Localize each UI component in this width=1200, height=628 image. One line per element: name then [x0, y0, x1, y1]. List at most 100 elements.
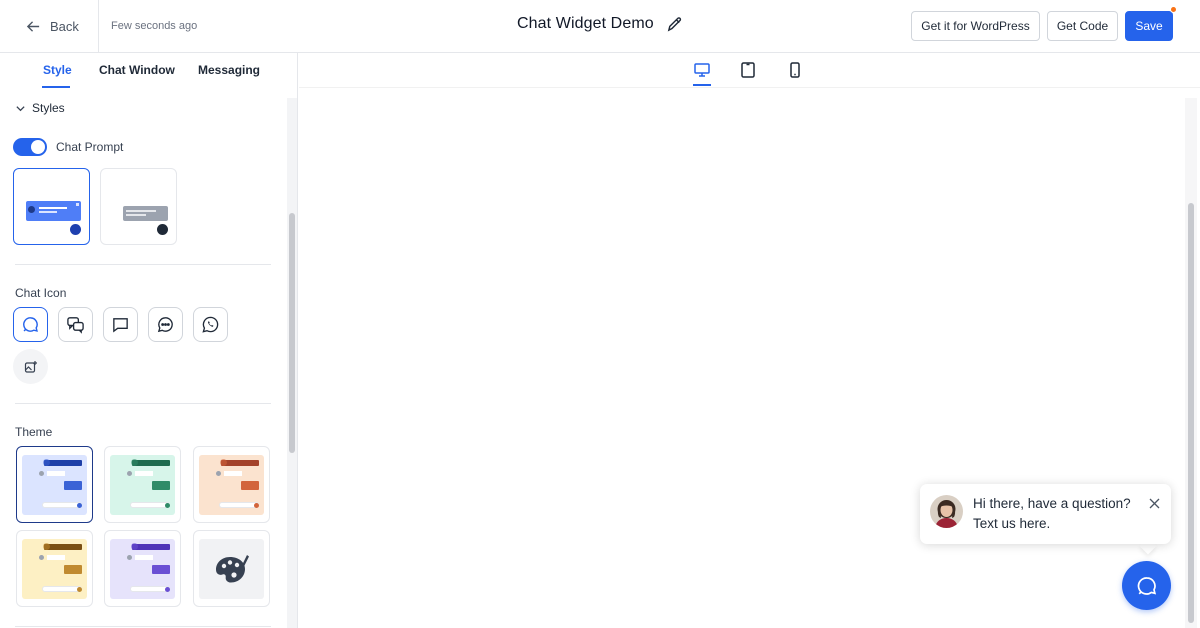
chat-prompt-row: Chat Prompt [13, 138, 123, 156]
theme-preview-agent-dot [216, 471, 221, 476]
theme-preview-input [42, 586, 82, 592]
section-divider [15, 264, 271, 265]
prompt-preview-line [39, 211, 57, 213]
chat-icon-label: Chat Icon [15, 286, 67, 300]
device-desktop-button[interactable] [693, 61, 711, 79]
theme-preview-avatar [43, 543, 50, 550]
dots-chat-icon [157, 317, 173, 333]
prompt-preview-line [39, 207, 67, 209]
chat-launcher-button[interactable] [1122, 561, 1171, 610]
prompt-preview-bar [123, 206, 168, 221]
upload-image-icon [24, 360, 37, 373]
chat-prompt-text: Hi there, have a question? Text us here. [973, 496, 1131, 531]
panel-scrollbar[interactable] [287, 98, 297, 628]
prompt-layout-option-1[interactable] [13, 168, 90, 245]
theme-option-custom[interactable] [193, 530, 270, 607]
theme-preview-send [254, 503, 259, 508]
prompt-preview-bar [26, 201, 81, 221]
theme-preview-agent-msg [224, 471, 242, 476]
whatsapp-icon [202, 316, 219, 333]
square-chat-icon [113, 318, 128, 333]
theme-preview-send [165, 503, 170, 508]
styles-section-title: Styles [32, 101, 65, 115]
theme-preview-agent-msg [135, 471, 153, 476]
chat-prompt-label: Chat Prompt [56, 140, 124, 154]
get-code-button[interactable]: Get Code [1047, 11, 1118, 41]
theme-preview-agent-dot [127, 471, 132, 476]
tab-style[interactable]: Style [43, 63, 72, 77]
title-area: Chat Widget Demo [517, 15, 683, 33]
chat-prompt-close[interactable] [1149, 496, 1160, 509]
chat-icon-option-whatsapp[interactable] [193, 307, 228, 342]
active-device-indicator [693, 84, 711, 86]
settings-panel: Style Chat Window Messaging Styles Chat … [0, 53, 298, 628]
theme-preview [199, 455, 264, 515]
agent-avatar-icon [930, 495, 963, 528]
section-divider [15, 626, 271, 627]
theme-preview-agent-msg [47, 471, 65, 476]
panel-scroll-thumb[interactable] [289, 213, 295, 453]
save-button[interactable]: Save [1125, 11, 1173, 41]
styles-section-toggle[interactable]: Styles [15, 101, 65, 115]
theme-preview-send [165, 587, 170, 592]
widget-preview-area [299, 88, 1200, 628]
arrow-left-icon [26, 20, 40, 32]
prompt-preview-close [76, 203, 79, 206]
theme-preview [22, 455, 87, 515]
theme-preview-agent-msg [47, 555, 65, 560]
theme-preview [22, 539, 87, 599]
tablet-icon [741, 62, 755, 78]
theme-preview [110, 455, 175, 515]
chat-icon-option-double[interactable] [58, 307, 93, 342]
theme-preview-input [130, 502, 170, 508]
prompt-preview-line [126, 214, 146, 216]
theme-preview-user-msg [241, 481, 259, 490]
close-icon [1149, 498, 1160, 509]
page-title: Chat Widget Demo [517, 15, 654, 32]
palette-icon [215, 555, 249, 583]
chat-icon-upload[interactable] [13, 349, 48, 384]
preview-scrollbar[interactable] [1185, 98, 1197, 628]
prompt-preview-launcher [157, 224, 168, 235]
settings-tabs: Style Chat Window Messaging [0, 53, 297, 89]
theme-preview-user-msg [64, 565, 82, 574]
theme-option-orange[interactable] [193, 446, 270, 523]
prompt-layout-option-2[interactable] [100, 168, 177, 245]
desktop-icon [694, 63, 710, 77]
theme-preview-avatar [131, 459, 138, 466]
theme-option-blue[interactable] [16, 446, 93, 523]
preview-scroll-thumb[interactable] [1188, 203, 1194, 623]
theme-preview-agent-dot [39, 471, 44, 476]
chat-icon-option-bubble[interactable] [13, 307, 48, 342]
save-status: Few seconds ago [111, 20, 198, 32]
theme-preview-avatar [131, 543, 138, 550]
chat-prompt-toggle[interactable] [13, 138, 47, 156]
avatar [930, 495, 963, 528]
device-switcher [299, 53, 1200, 88]
theme-preview-avatar [220, 459, 227, 466]
chat-icon-option-square[interactable] [103, 307, 138, 342]
theme-preview-user-msg [152, 565, 170, 574]
top-header: Back Few seconds ago Chat Widget Demo Ge… [0, 0, 1200, 53]
unsaved-indicator-dot [1170, 6, 1177, 13]
theme-option-purple[interactable] [104, 530, 181, 607]
theme-preview-avatar [43, 459, 50, 466]
back-button[interactable]: Back [26, 16, 79, 36]
chat-icon-option-dots[interactable] [148, 307, 183, 342]
get-wordpress-button[interactable]: Get it for WordPress [911, 11, 1040, 41]
tab-messaging[interactable]: Messaging [198, 63, 260, 77]
edit-pencil-icon[interactable] [666, 16, 683, 33]
tab-chat-window[interactable]: Chat Window [99, 63, 175, 77]
chat-prompt-bubble[interactable]: Hi there, have a question? Text us here. [920, 484, 1171, 544]
theme-option-green[interactable] [104, 446, 181, 523]
theme-option-yellow[interactable] [16, 530, 93, 607]
prompt-preview-line [126, 210, 156, 212]
header-divider [98, 0, 99, 53]
theme-preview-user-msg [152, 481, 170, 490]
theme-preview-user-msg [64, 481, 82, 490]
chat-bubble-icon [23, 317, 38, 332]
chat-bubble-icon [1137, 576, 1156, 595]
device-tablet-button[interactable] [739, 61, 757, 79]
device-mobile-button[interactable] [786, 61, 804, 79]
theme-preview [110, 539, 175, 599]
